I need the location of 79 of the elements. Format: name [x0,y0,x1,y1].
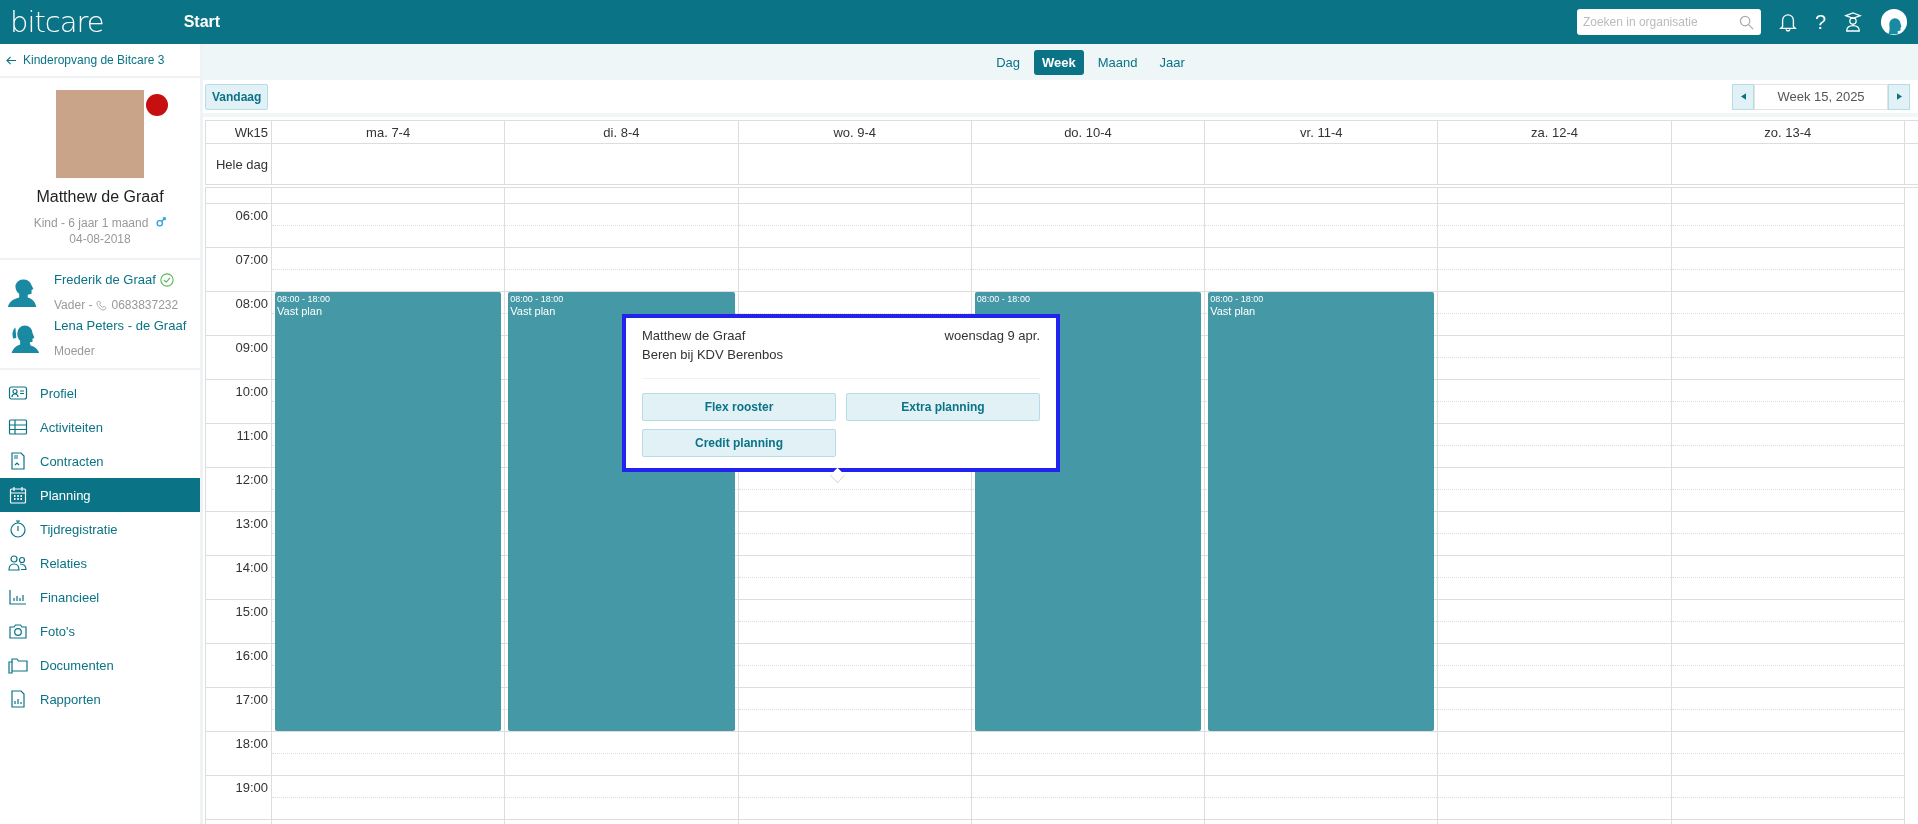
parent-role: Moeder [54,344,95,358]
hour-label: 14:00 [235,560,268,575]
caret-right-icon [1896,93,1902,100]
male-icon [156,217,167,227]
hour-label: 15:00 [235,604,268,619]
nav-item[interactable]: Tijdregistratie [0,512,200,546]
day-header: do. 10-4 [971,121,1206,143]
nav-item[interactable]: Financieel [0,580,200,614]
nav-item[interactable]: Activiteiten [0,410,200,444]
calendar-event[interactable]: 08:00 - 18:00 Vast plan [1208,292,1435,731]
stopwatch-icon [8,519,28,539]
birth-date: 04-08-2018 [69,232,131,246]
nav-item[interactable]: Rapporten [0,682,200,716]
page-title: Start [183,13,221,31]
hour-label: 11:00 [236,428,268,443]
nav-item[interactable]: Profiel [0,376,200,410]
day-header: di. 8-4 [505,121,739,143]
day-header: ma. 7-4 [272,121,506,143]
contract-icon [8,451,28,471]
parent-role: Vader - [54,298,93,312]
day-header: vr. 11-4 [1205,121,1439,143]
nav-item[interactable]: Planning [0,478,200,512]
help-button[interactable]: ? [1814,10,1826,34]
previous-week-button[interactable] [1732,83,1754,110]
hour-label: 13:00 [235,516,268,531]
nav-item[interactable]: Relaties [0,546,200,580]
hour-label: 10:00 [235,384,268,399]
next-week-button[interactable] [1888,83,1910,110]
week-number: Wk15 [205,121,272,143]
day-header: zo. 13-4 [1671,121,1905,143]
hour-label: 16:00 [235,648,268,663]
hour-label: 12:00 [235,472,268,487]
nav-item[interactable]: Documenten [0,648,200,682]
hour-label: 17:00 [235,692,268,707]
profile-icon [8,383,28,403]
calendar-event[interactable]: 08:00 - 18:00 Vast plan [275,292,502,731]
avatar-icon[interactable] [1880,8,1908,36]
nav-item[interactable]: Foto's [0,614,200,648]
chart-icon [8,587,28,607]
bell-icon[interactable] [1778,12,1797,32]
view-tab[interactable]: Maand [1089,49,1146,75]
view-tab[interactable]: Week [1034,49,1084,75]
parent-name-link[interactable]: Frederik de Graaf [54,270,156,290]
planning-button[interactable]: Extra planning [846,393,1040,421]
parent-name-link[interactable]: Lena Peters - de Graaf [54,316,187,336]
hour-label: 18:00 [235,736,268,751]
phone-icon [96,299,108,311]
hour-label: 06:00 [235,208,268,223]
hour-label: 08:00 [235,296,268,311]
search-field[interactable]: Zoeken in organisatie [1576,9,1761,35]
hour-label: 19:00 [235,780,268,795]
calendar-icon [8,485,28,505]
day-header: wo. 9-4 [738,121,972,143]
camera-icon [8,621,28,641]
planning-button[interactable]: Credit planning [642,429,836,457]
arrow-left-icon [6,54,17,66]
table-icon [8,417,28,437]
day-header: za. 12-4 [1438,121,1672,143]
status-dot [146,94,168,116]
week-label: Week 15, 2025 [1754,83,1888,110]
all-day-label: Hele dag [205,144,272,184]
graduate-icon[interactable] [1844,12,1862,32]
planning-button[interactable]: Flex rooster [642,393,836,421]
hour-label: 07:00 [235,252,268,267]
logo[interactable]: bitcare [10,5,104,39]
back-link[interactable]: Kinderopvang de Bitcare 3 [0,44,200,78]
folder-icon [8,655,28,675]
child-info: Kind - 6 jaar 1 maand [33,216,149,230]
phone-number: 0683837232 [111,298,179,312]
view-tab[interactable]: Jaar [1151,49,1193,75]
people-icon [8,553,28,573]
view-tab[interactable]: Dag [988,49,1029,75]
today-button[interactable]: Vandaag [205,83,269,110]
nav-item[interactable]: Contracten [0,444,200,478]
caret-left-icon [1740,93,1746,100]
child-name: Matthew de Graaf [36,188,164,206]
report-icon [8,689,28,709]
search-icon [1738,15,1754,30]
hour-label: 09:00 [235,340,268,355]
